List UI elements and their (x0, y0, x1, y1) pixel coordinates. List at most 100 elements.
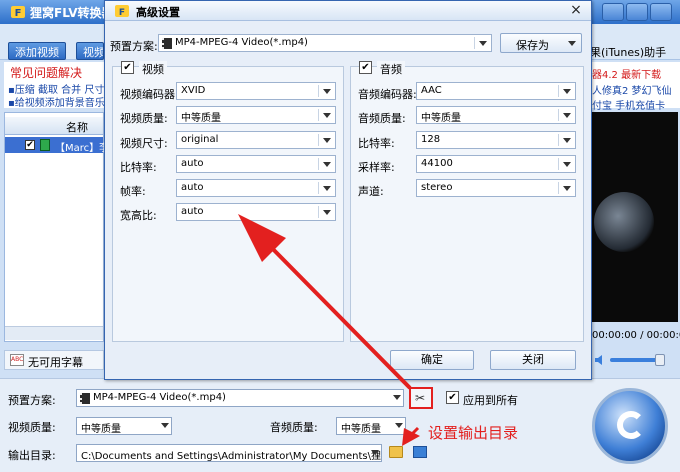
audio-quality-label: 音频质量: (270, 421, 318, 434)
dropdown-arrow-icon (563, 138, 571, 143)
audio-codec-value: AAC (421, 85, 442, 96)
annotation-label: 设置输出目录 (428, 424, 519, 442)
dialog-preset-label: 预置方案: (110, 40, 158, 53)
dialog-title: 高级设置 (136, 6, 180, 19)
dropdown-arrow-icon (563, 186, 571, 191)
main-window-title: 狸窝FLV转换器 (30, 6, 114, 20)
convert-icon (617, 411, 645, 439)
video-codec-value: XVID (181, 85, 206, 96)
advanced-settings-button[interactable]: ✂ (409, 387, 433, 409)
folder-icon[interactable] (389, 446, 403, 458)
film-icon (80, 393, 90, 404)
settings-tools-icon: ✂ (415, 391, 426, 405)
video-size-label: 视频尺寸: (120, 137, 168, 150)
dropdown-arrow-icon (323, 89, 331, 94)
list-item-label: 【Marc】李 (55, 143, 110, 154)
video-codec-select[interactable]: XVID (176, 82, 336, 100)
ad-link[interactable]: 器4.2 最新下载 (592, 66, 661, 81)
playback-time: 00:00:00 / 00:00:00 (592, 330, 680, 341)
aspect-ratio-value: auto (181, 206, 204, 217)
channels-select[interactable]: stereo (416, 179, 576, 197)
dropdown-arrow-icon (568, 41, 576, 46)
video-bitrate-select[interactable]: auto (176, 155, 336, 173)
framerate-select[interactable]: auto (176, 179, 336, 197)
channels-value: stereo (421, 182, 453, 193)
dropdown-arrow-icon (323, 186, 331, 191)
apply-all-checkbox[interactable]: ✔ (446, 391, 459, 404)
video-size-select[interactable]: original (176, 131, 336, 149)
video-enable-checkbox[interactable]: ✔ (121, 61, 134, 74)
channels-label: 声道: (358, 185, 384, 198)
dialog-preset-select[interactable]: MP4-MPEG-4 Video(*.mp4) (158, 34, 492, 52)
preview-image (594, 192, 654, 252)
ad-link[interactable]: 付宝 手机充值卡 (592, 97, 665, 112)
sample-rate-value: 44100 (421, 158, 453, 169)
close-icon[interactable]: × (568, 3, 584, 19)
apply-all-label: 应用到所有 (463, 394, 518, 407)
video-quality-value: 中等质量 (81, 424, 121, 435)
column-header-name[interactable]: 名称 (66, 119, 88, 135)
open-folder-icon[interactable] (413, 446, 427, 458)
aspect-ratio-select[interactable]: auto (176, 203, 336, 221)
audio-quality-label: 音频质量: (358, 112, 406, 125)
horizontal-scrollbar[interactable] (5, 326, 103, 340)
dropdown-arrow-icon (323, 138, 331, 143)
audio-bitrate-select[interactable]: 128 (416, 131, 576, 149)
audio-quality-value: 中等质量 (341, 424, 381, 435)
audio-codec-select[interactable]: AAC (416, 82, 576, 100)
audio-quality-select[interactable]: 中等质量 (416, 106, 576, 124)
video-tab-button[interactable]: 视频 (76, 42, 104, 60)
app-logo-icon: F (115, 5, 129, 18)
preset-select[interactable]: MP4-MPEG-4 Video(*.mp4) (76, 389, 404, 407)
video-codec-label: 视频编码器: (120, 88, 179, 101)
itunes-helper-link[interactable]: 果(iTunes)助手 (590, 44, 666, 60)
sample-rate-select[interactable]: 44100 (416, 155, 576, 173)
output-dir-field[interactable]: C:\Documents and Settings\Administrator\… (76, 444, 382, 462)
framerate-label: 帧率: (120, 185, 146, 198)
audio-bitrate-value: 128 (421, 134, 441, 145)
output-dir-value: C:\Documents and Settings\Administrator\… (81, 451, 382, 462)
subtitle-icon: ABC (10, 354, 24, 366)
framerate-value: auto (181, 182, 204, 193)
ad-link[interactable]: 人修真2 梦幻飞仙 (592, 82, 672, 97)
dropdown-arrow-icon (393, 395, 401, 400)
dropdown-arrow-icon (563, 162, 571, 167)
volume-slider-handle[interactable] (655, 354, 665, 366)
dropdown-arrow-icon (563, 113, 571, 118)
file-list-header (5, 117, 103, 135)
save-as-label: 保存为 (516, 39, 549, 52)
save-as-button[interactable]: 保存为 (500, 33, 582, 53)
dialog-preset-value: MP4-MPEG-4 Video(*.mp4) (175, 37, 308, 48)
svg-text:F: F (15, 8, 22, 19)
convert-button[interactable] (592, 388, 668, 464)
video-quality-label: 视频质量: (8, 421, 56, 434)
audio-codec-label: 音频编码器: (358, 88, 417, 101)
faq-link[interactable]: ▪给视频添加背景音乐 (8, 94, 105, 109)
ok-button[interactable]: 确定 (390, 350, 474, 370)
audio-enable-checkbox[interactable]: ✔ (359, 61, 372, 74)
dropdown-arrow-icon (323, 210, 331, 215)
volume-icon[interactable] (595, 355, 607, 365)
preset-label: 预置方案: (8, 394, 56, 407)
preset-select-value: MP4-MPEG-4 Video(*.mp4) (93, 392, 226, 403)
output-dir-label: 输出目录: (8, 449, 56, 462)
dropdown-arrow-icon (479, 41, 487, 46)
faq-title: 常见问题解决 (10, 66, 83, 80)
main-window-controls[interactable] (600, 3, 676, 21)
dropdown-arrow-icon (395, 423, 403, 428)
dropdown-arrow-icon (323, 113, 331, 118)
dropdown-arrow-icon (161, 423, 169, 428)
video-quality-select[interactable]: 中等质量 (176, 106, 336, 124)
dropdown-arrow-icon (371, 450, 379, 455)
video-quality-value: 中等质量 (181, 113, 221, 124)
video-group-title: 视频 (139, 61, 167, 77)
add-video-button[interactable]: 添加视频 (8, 42, 66, 60)
audio-quality-select[interactable]: 中等质量 (336, 417, 406, 435)
close-button[interactable]: 关闭 (490, 350, 576, 370)
sample-rate-label: 采样率: (358, 161, 395, 174)
subtitle-label: 无可用字幕 (28, 356, 83, 369)
checkbox-icon[interactable]: ✔ (25, 140, 35, 150)
audio-quality-value: 中等质量 (421, 113, 461, 124)
video-bitrate-value: auto (181, 158, 204, 169)
video-quality-select[interactable]: 中等质量 (76, 417, 172, 435)
